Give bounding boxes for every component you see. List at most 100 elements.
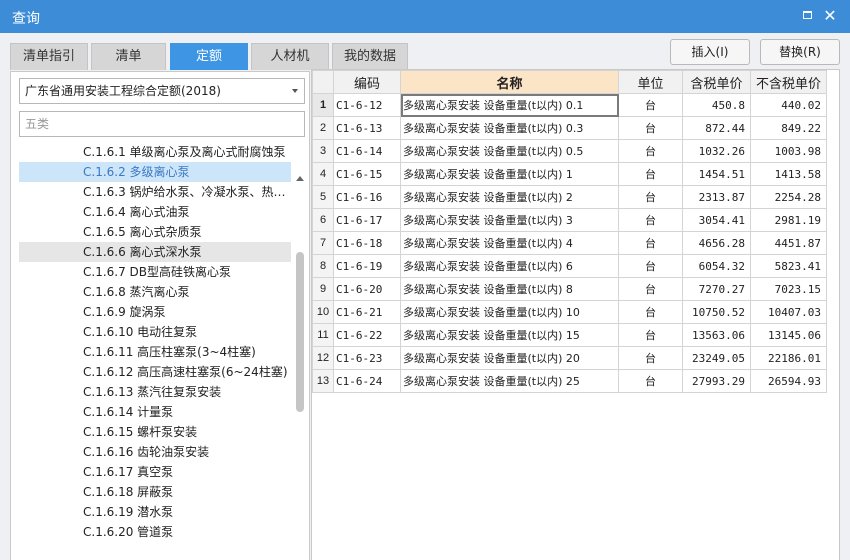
cell-code[interactable]: C1-6-15 xyxy=(333,162,401,186)
tree-item[interactable]: C.1.6.9 旋涡泵 xyxy=(19,302,291,322)
row-number[interactable]: 8 xyxy=(312,254,334,278)
cell-code[interactable]: C1-6-18 xyxy=(333,231,401,255)
tree-item[interactable]: C.1.6.6 离心式深水泵 xyxy=(19,242,291,262)
cell-price-with-tax[interactable]: 1454.51 xyxy=(682,162,751,186)
cell-name[interactable]: 多级离心泵安装 设备重量(t以内) 0.5 xyxy=(400,139,619,163)
cell-name[interactable]: 多级离心泵安装 设备重量(t以内) 25 xyxy=(400,369,619,393)
cell-unit[interactable]: 台 xyxy=(618,300,683,324)
replace-button[interactable]: 替换(R) xyxy=(760,39,840,65)
cell-code[interactable]: C1-6-24 xyxy=(333,369,401,393)
cell-code[interactable]: C1-6-21 xyxy=(333,300,401,324)
cell-name[interactable]: 多级离心泵安装 设备重量(t以内) 10 xyxy=(400,300,619,324)
cell-name[interactable]: 多级离心泵安装 设备重量(t以内) 1 xyxy=(400,162,619,186)
cell-unit[interactable]: 台 xyxy=(618,231,683,255)
tab-bill[interactable]: 清单 xyxy=(91,43,166,70)
cell-code[interactable]: C1-6-22 xyxy=(333,323,401,347)
scroll-thumb[interactable] xyxy=(296,252,304,412)
cell-price-without-tax[interactable]: 10407.03 xyxy=(750,300,827,324)
tab-bill-guide[interactable]: 清单指引 xyxy=(10,43,88,70)
table-row[interactable]: 10 C1-6-21 多级离心泵安装 设备重量(t以内) 10 台 10750.52 10… xyxy=(312,300,827,324)
table-row[interactable]: 13 C1-6-24 多级离心泵安装 设备重量(t以内) 25 台 27993.29 26… xyxy=(312,369,827,393)
cell-unit[interactable]: 台 xyxy=(618,254,683,278)
cell-name[interactable]: 多级离心泵安装 设备重量(t以内) 3 xyxy=(400,208,619,232)
cell-code[interactable]: C1-6-23 xyxy=(333,346,401,370)
table-row[interactable]: 6 C1-6-17 多级离心泵安装 设备重量(t以内) 3 台 3054.41 2981.… xyxy=(312,208,827,232)
cell-unit[interactable]: 台 xyxy=(618,208,683,232)
scroll-up-icon[interactable] xyxy=(296,176,304,181)
column-header-unit[interactable]: 单位 xyxy=(618,70,683,94)
cell-price-with-tax[interactable]: 23249.05 xyxy=(682,346,751,370)
column-header-price-with-tax[interactable]: 含税单价 xyxy=(682,70,751,94)
cell-name[interactable]: 多级离心泵安装 设备重量(t以内) 4 xyxy=(400,231,619,255)
tree-scrollbar[interactable] xyxy=(294,172,306,560)
tab-labor-material-machine[interactable]: 人材机 xyxy=(251,43,329,70)
library-select[interactable]: 广东省通用安装工程综合定额(2018) xyxy=(19,78,305,104)
tree-item[interactable]: C.1.6.12 高压高速柱塞泵(6~24柱塞) xyxy=(19,362,291,382)
cell-price-without-tax[interactable]: 26594.93 xyxy=(750,369,827,393)
cell-name[interactable]: 多级离心泵安装 设备重量(t以内) 15 xyxy=(400,323,619,347)
tree-item[interactable]: C.1.6.11 高压柱塞泵(3~4柱塞) xyxy=(19,342,291,362)
tree-item[interactable]: C.1.6.2 多级离心泵 xyxy=(19,162,291,182)
tree-item[interactable]: C.1.6.16 齿轮油泵安装 xyxy=(19,442,291,462)
cell-price-without-tax[interactable]: 7023.15 xyxy=(750,277,827,301)
row-number[interactable]: 12 xyxy=(312,346,334,370)
cell-unit[interactable]: 台 xyxy=(618,139,683,163)
tab-my-data[interactable]: 我的数据 xyxy=(332,43,408,70)
insert-button[interactable]: 插入(I) xyxy=(670,39,750,65)
table-row[interactable]: 4 C1-6-15 多级离心泵安装 设备重量(t以内) 1 台 1454.51 1413.… xyxy=(312,162,827,186)
row-number[interactable]: 10 xyxy=(312,300,334,324)
column-header-code[interactable]: 编码 xyxy=(333,70,401,94)
cell-price-with-tax[interactable]: 450.8 xyxy=(682,93,751,117)
cell-price-with-tax[interactable]: 6054.32 xyxy=(682,254,751,278)
cell-name[interactable]: 多级离心泵安装 设备重量(t以内) 0.1 xyxy=(400,93,619,117)
tree-item[interactable]: C.1.6.10 电动往复泵 xyxy=(19,322,291,342)
table-row[interactable]: 9 C1-6-20 多级离心泵安装 设备重量(t以内) 8 台 7270.27 7023.… xyxy=(312,277,827,301)
cell-price-without-tax[interactable]: 4451.87 xyxy=(750,231,827,255)
cell-unit[interactable]: 台 xyxy=(618,369,683,393)
tree-item[interactable]: C.1.6.3 锅炉给水泵、冷凝水泵、热… xyxy=(19,182,291,202)
close-icon[interactable]: ✕ xyxy=(822,8,838,24)
cell-price-with-tax[interactable]: 7270.27 xyxy=(682,277,751,301)
cell-name[interactable]: 多级离心泵安装 设备重量(t以内) 8 xyxy=(400,277,619,301)
row-number[interactable]: 6 xyxy=(312,208,334,232)
tab-quota[interactable]: 定额 xyxy=(170,43,248,70)
row-number[interactable]: 11 xyxy=(312,323,334,347)
cell-price-without-tax[interactable]: 440.02 xyxy=(750,93,827,117)
row-number[interactable]: 13 xyxy=(312,369,334,393)
cell-price-with-tax[interactable]: 3054.41 xyxy=(682,208,751,232)
cell-price-with-tax[interactable]: 1032.26 xyxy=(682,139,751,163)
table-row[interactable]: 7 C1-6-18 多级离心泵安装 设备重量(t以内) 4 台 4656.28 4451.… xyxy=(312,231,827,255)
cell-price-with-tax[interactable]: 2313.87 xyxy=(682,185,751,209)
row-number[interactable]: 9 xyxy=(312,277,334,301)
cell-price-without-tax[interactable]: 13145.06 xyxy=(750,323,827,347)
table-row[interactable]: 3 C1-6-14 多级离心泵安装 设备重量(t以内) 0.5 台 1032.26 100… xyxy=(312,139,827,163)
tree-item[interactable]: C.1.6.13 蒸汽往复泵安装 xyxy=(19,382,291,402)
row-number[interactable]: 2 xyxy=(312,116,334,140)
tree-item[interactable]: C.1.6.4 离心式油泵 xyxy=(19,202,291,222)
cell-code[interactable]: C1-6-17 xyxy=(333,208,401,232)
cell-code[interactable]: C1-6-16 xyxy=(333,185,401,209)
cell-unit[interactable]: 台 xyxy=(618,93,683,117)
table-row[interactable]: 1 C1-6-12 多级离心泵安装 设备重量(t以内) 0.1 台 450.8 440.0… xyxy=(312,93,827,117)
cell-price-with-tax[interactable]: 872.44 xyxy=(682,116,751,140)
maximize-icon[interactable] xyxy=(800,8,816,24)
cell-price-without-tax[interactable]: 2254.28 xyxy=(750,185,827,209)
cell-price-without-tax[interactable]: 5823.41 xyxy=(750,254,827,278)
cell-price-without-tax[interactable]: 1413.58 xyxy=(750,162,827,186)
tree-item[interactable]: C.1.6.19 潜水泵 xyxy=(19,502,291,522)
tree-item[interactable]: C.1.6.15 螺杆泵安装 xyxy=(19,422,291,442)
search-input[interactable]: 五类 xyxy=(19,111,305,137)
cell-name[interactable]: 多级离心泵安装 设备重量(t以内) 0.3 xyxy=(400,116,619,140)
cell-price-with-tax[interactable]: 27993.29 xyxy=(682,369,751,393)
cell-unit[interactable]: 台 xyxy=(618,116,683,140)
cell-name[interactable]: 多级离心泵安装 设备重量(t以内) 20 xyxy=(400,346,619,370)
cell-price-with-tax[interactable]: 13563.06 xyxy=(682,323,751,347)
cell-code[interactable]: C1-6-14 xyxy=(333,139,401,163)
cell-price-without-tax[interactable]: 2981.19 xyxy=(750,208,827,232)
cell-price-without-tax[interactable]: 849.22 xyxy=(750,116,827,140)
tree-item[interactable]: C.1.6.14 计量泵 xyxy=(19,402,291,422)
column-header-price-without-tax[interactable]: 不含税单价 xyxy=(750,70,827,94)
cell-unit[interactable]: 台 xyxy=(618,277,683,301)
row-number[interactable]: 4 xyxy=(312,162,334,186)
table-row[interactable]: 2 C1-6-13 多级离心泵安装 设备重量(t以内) 0.3 台 872.44 849.… xyxy=(312,116,827,140)
